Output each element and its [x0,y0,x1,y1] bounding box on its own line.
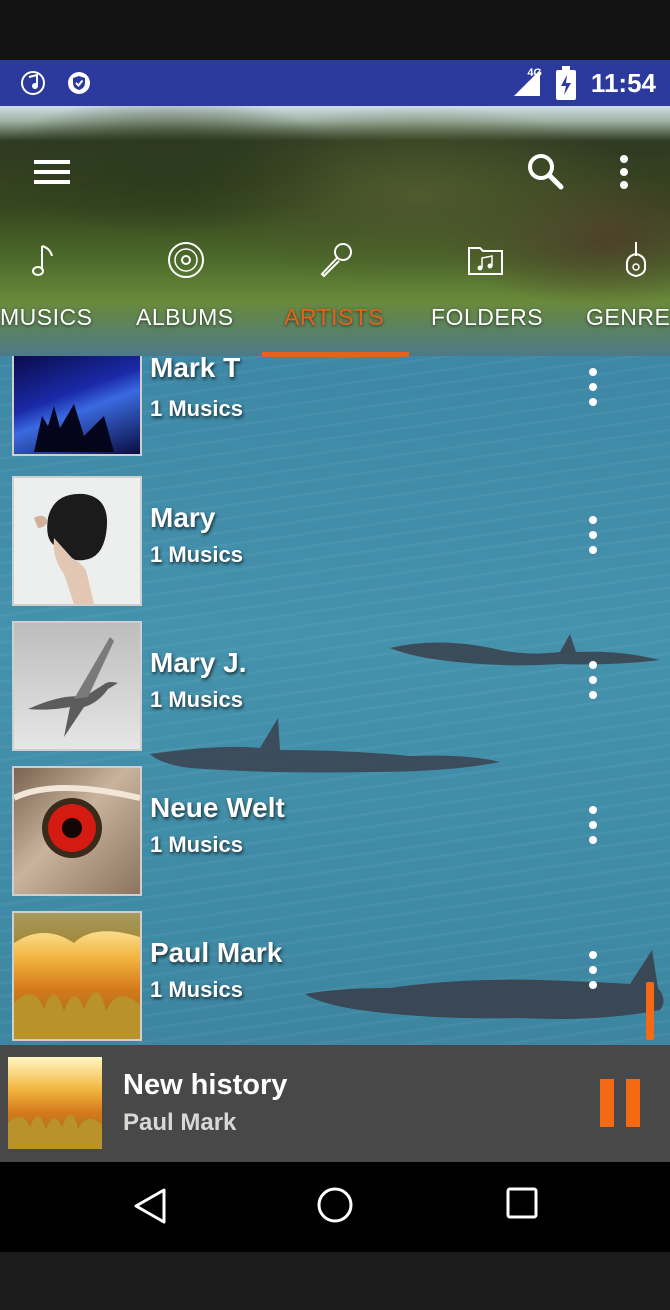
more-vert-icon[interactable] [618,154,630,195]
music-app-notification-icon [20,70,46,101]
hamburger-menu-icon[interactable] [34,158,70,191]
artist-music-count: 1 Musics [150,977,243,1002]
now-playing-title: New history [123,1069,288,1101]
artist-thumbnail [12,766,142,896]
more-vert-icon[interactable] [580,806,606,846]
more-vert-icon[interactable] [580,516,606,556]
pause-icon[interactable] [600,1079,642,1127]
bottom-frame [0,1252,670,1310]
scrollbar-thumb[interactable] [646,982,654,1040]
app-screen: MUSICS ALBUMS ARTISTS FOLDERS GENRES Mar… [0,106,670,1162]
now-playing-artist: Paul Mark [123,1109,237,1136]
disc-icon[interactable] [166,240,206,285]
battery-charging-icon [556,66,576,105]
tab-bar: MUSICS ALBUMS ARTISTS FOLDERS GENRES [0,298,670,344]
music-folder-icon[interactable] [466,240,506,285]
more-vert-icon[interactable] [580,951,606,991]
tab-folders[interactable]: FOLDERS [431,304,543,331]
now-playing-bar[interactable]: New history Paul Mark [0,1045,670,1162]
list-item[interactable]: Mary 1 Musics [0,476,670,621]
top-frame [0,0,670,60]
list-item[interactable]: Neue Welt 1 Musics [0,766,670,911]
back-icon[interactable] [132,1186,168,1231]
tab-albums[interactable]: ALBUMS [136,304,234,331]
tab-artists[interactable]: ARTISTS [284,304,384,331]
now-playing-artwork [8,1057,102,1149]
search-icon[interactable] [526,152,564,195]
artist-name: Neue Welt [150,792,285,823]
artist-music-count: 1 Musics [150,396,243,421]
clock: 11:54 [590,68,656,98]
list-item[interactable]: Mary J. 1 Musics [0,621,670,766]
artist-thumbnail [12,621,142,751]
artist-thumbnail [12,356,142,456]
tab-genres[interactable]: GENRES [586,304,670,331]
system-nav-bar [0,1162,670,1252]
artist-name: Mary [150,502,216,533]
music-note-icon[interactable] [28,240,58,285]
list-item[interactable]: Paul Mark 1 Musics [0,911,670,1056]
artist-music-count: 1 Musics [150,542,243,567]
artist-list[interactable]: Mark T 1 Musics Mary 1 Musics Mary J. 1 … [0,352,670,1162]
artist-name: Mark T [150,352,241,383]
artist-thumbnail [12,476,142,606]
guitar-icon[interactable] [618,240,654,285]
vpn-shield-icon [66,70,92,101]
artist-music-count: 1 Musics [150,687,243,712]
artist-music-count: 1 Musics [150,832,243,857]
tab-icons [0,240,670,290]
recents-icon[interactable] [505,1186,539,1225]
artist-name: Paul Mark [150,937,283,968]
signal-icon [512,68,542,103]
home-icon[interactable] [316,1186,354,1229]
artist-thumbnail [12,911,142,1041]
tab-musics[interactable]: MUSICS [0,304,92,331]
more-vert-icon[interactable] [580,661,606,701]
artist-name: Mary J. [150,647,247,678]
status-bar: 4G 11:54 [0,60,670,106]
microphone-icon[interactable] [316,240,356,285]
more-vert-icon[interactable] [580,368,606,408]
